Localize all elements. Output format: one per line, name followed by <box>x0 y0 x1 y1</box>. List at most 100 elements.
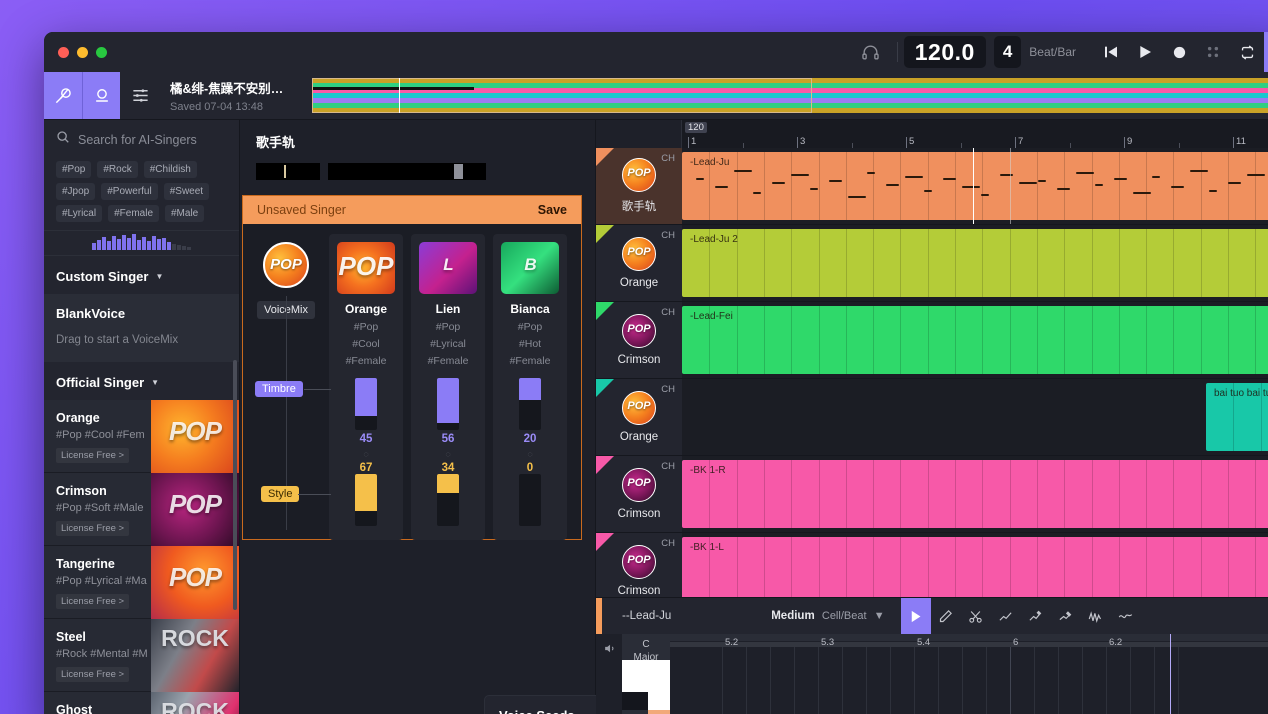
license-badge[interactable]: License Free > <box>56 521 130 536</box>
next-arrow-icon[interactable] <box>1264 32 1268 72</box>
singer-list-item[interactable]: ROCKGhost#Rock #Dark #MalLicense Free > <box>44 692 239 714</box>
singer-list-item[interactable]: POP Tangerine #Pop #Lyrical #Ma License Fre… <box>44 546 239 619</box>
playhead-secondary[interactable] <box>1010 148 1011 224</box>
pitch-draw-icon[interactable] <box>1021 598 1051 634</box>
track-header[interactable]: CH POP Crimson <box>596 302 682 378</box>
license-badge[interactable]: License Free > <box>56 594 130 609</box>
track-channel-label[interactable]: CH <box>661 230 675 241</box>
tag-chip[interactable]: #Powerful <box>101 183 158 200</box>
wave-icon[interactable] <box>1111 598 1141 634</box>
track-channel-label[interactable]: CH <box>661 538 675 549</box>
circle-tool-icon[interactable] <box>82 72 120 119</box>
piano-keyboard[interactable]: C Major <box>622 634 670 714</box>
track-row[interactable]: CH POP 歌手轨 -Lead-Ju <box>596 148 1268 225</box>
voice-slot[interactable]: POP Orange #Pop #Cool #Female 45 ◌ 67 <box>329 234 403 540</box>
vibrato-icon[interactable] <box>1081 598 1111 634</box>
volume-meter[interactable] <box>328 163 486 180</box>
link-icon[interactable]: ◌ <box>437 449 459 459</box>
overview-playhead[interactable] <box>399 78 400 113</box>
singer-list-item[interactable]: POP Orange #Pop #Cool #Fem License Free > <box>44 400 239 473</box>
search-bar[interactable] <box>44 120 239 157</box>
mixer-sliders-icon[interactable] <box>120 72 160 119</box>
official-singer-header[interactable]: Official Singer ▼ <box>44 362 239 400</box>
track-header[interactable]: CH POP Orange <box>596 379 682 455</box>
tag-chip[interactable]: #Rock <box>97 161 138 178</box>
blank-voice-card[interactable]: BlankVoice Drag to start a VoiceMix <box>44 294 239 362</box>
tag-chip[interactable]: #Female <box>108 205 159 222</box>
select-arrow-icon[interactable] <box>900 598 931 634</box>
scissors-icon[interactable] <box>961 598 991 634</box>
link-icon[interactable]: ◌ <box>519 449 541 459</box>
tag-chip[interactable]: #Childish <box>143 161 197 178</box>
mic-tool-icon[interactable] <box>44 72 82 119</box>
playhead[interactable] <box>973 148 974 224</box>
grid-icon[interactable] <box>1196 32 1230 72</box>
maximize-window-button[interactable] <box>96 46 107 58</box>
pitch-smooth-icon[interactable] <box>1051 598 1081 634</box>
quantize-selector[interactable]: Medium Cell/Beat ▼ <box>771 610 884 622</box>
audio-clip[interactable]: -BK 1-L <box>682 537 1268 597</box>
singer-list-item[interactable]: POP Crimson #Pop #Soft #Male License Free > <box>44 473 239 546</box>
pan-meter[interactable] <box>256 163 320 180</box>
singer-list-item[interactable]: ROCK Steel #Rock #Mental #M License Free > <box>44 619 239 692</box>
pitch-line-icon[interactable] <box>991 598 1021 634</box>
style-fader[interactable] <box>355 474 377 526</box>
track-channel-label[interactable]: CH <box>661 307 675 318</box>
track-lane[interactable]: -Lead-Ju <box>682 148 1268 224</box>
license-badge[interactable]: License Free > <box>56 448 130 463</box>
tag-chip[interactable]: #Lyrical <box>56 205 103 222</box>
track-channel-label[interactable]: CH <box>661 153 675 164</box>
track-header[interactable]: CH POP Crimson <box>596 533 682 597</box>
audio-clip[interactable]: -Lead-Fei <box>682 306 1268 374</box>
track-row[interactable]: CH POP Orange bai tuo bai tuo <box>596 379 1268 456</box>
record-icon[interactable] <box>1162 32 1196 72</box>
audio-clip[interactable]: -Lead-Ju <box>682 152 1268 220</box>
tag-chip[interactable]: #Jpop <box>56 183 96 200</box>
audio-clip[interactable]: -BK 1-R <box>682 460 1268 528</box>
pencil-icon[interactable] <box>931 598 961 634</box>
track-lane[interactable]: bai tuo bai tuo <box>682 379 1268 455</box>
style-fader[interactable] <box>437 474 459 526</box>
bpm-field[interactable]: 120.0 <box>903 36 986 68</box>
custom-singer-header[interactable]: Custom Singer ▼ <box>44 256 239 294</box>
tag-chip[interactable]: #Male <box>165 205 205 222</box>
link-icon[interactable]: ◌ <box>355 449 377 459</box>
project-meta[interactable]: 橘&绯-焦躁不安别… Saved 07-04 13:48 <box>160 72 298 119</box>
track-header[interactable]: CH POP Crimson <box>596 456 682 532</box>
timbre-fader[interactable] <box>437 378 459 430</box>
voice-slot[interactable]: B Bianca #Pop #Hot #Female 20 ◌ 0 <box>493 234 567 540</box>
tag-chip[interactable]: #Sweet <box>163 183 210 200</box>
track-row[interactable]: CH POP Crimson -BK 1-L <box>596 533 1268 597</box>
save-button[interactable]: Save <box>538 203 567 217</box>
audio-clip[interactable]: bai tuo bai tuo <box>1206 383 1268 451</box>
arrangement-overview[interactable] <box>312 78 1268 113</box>
overview-selection[interactable] <box>312 78 812 113</box>
piano-roll-lane[interactable]: 5.2 5.3 5.4 6 6.2 <box>670 634 1268 714</box>
beats-per-bar-field[interactable]: 4 <box>993 36 1022 68</box>
piano-roll-playhead[interactable] <box>1170 634 1171 714</box>
speaker-icon[interactable] <box>603 642 616 660</box>
track-lane[interactable]: -Lead-Ju 2 <box>682 225 1268 301</box>
track-lane[interactable]: -BK 1-L <box>682 533 1268 597</box>
track-lane[interactable]: -Lead-Fei <box>682 302 1268 378</box>
track-channel-label[interactable]: CH <box>661 384 675 395</box>
style-fader[interactable] <box>519 474 541 526</box>
track-row[interactable]: CH POP Crimson -Lead-Fei <box>596 302 1268 379</box>
play-icon[interactable] <box>1128 32 1162 72</box>
tag-chip[interactable]: #Pop <box>56 161 92 178</box>
track-header[interactable]: CH POP Orange <box>596 225 682 301</box>
close-window-button[interactable] <box>58 46 69 58</box>
headphone-icon[interactable] <box>851 32 891 72</box>
track-header[interactable]: CH POP 歌手轨 <box>596 148 682 224</box>
unsaved-singer-name[interactable]: Unsaved Singer <box>257 203 346 217</box>
track-row[interactable]: CH POP Orange -Lead-Ju 2 <box>596 225 1268 302</box>
minimize-window-button[interactable] <box>77 46 88 58</box>
skip-back-icon[interactable] <box>1094 32 1128 72</box>
track-row[interactable]: CH POP Crimson -BK 1-R <box>596 456 1268 533</box>
loop-icon[interactable] <box>1230 32 1264 72</box>
timbre-fader[interactable] <box>355 378 377 430</box>
track-channel-label[interactable]: CH <box>661 461 675 472</box>
license-badge[interactable]: License Free > <box>56 667 130 682</box>
timbre-fader[interactable] <box>519 378 541 430</box>
search-input[interactable] <box>78 132 239 147</box>
